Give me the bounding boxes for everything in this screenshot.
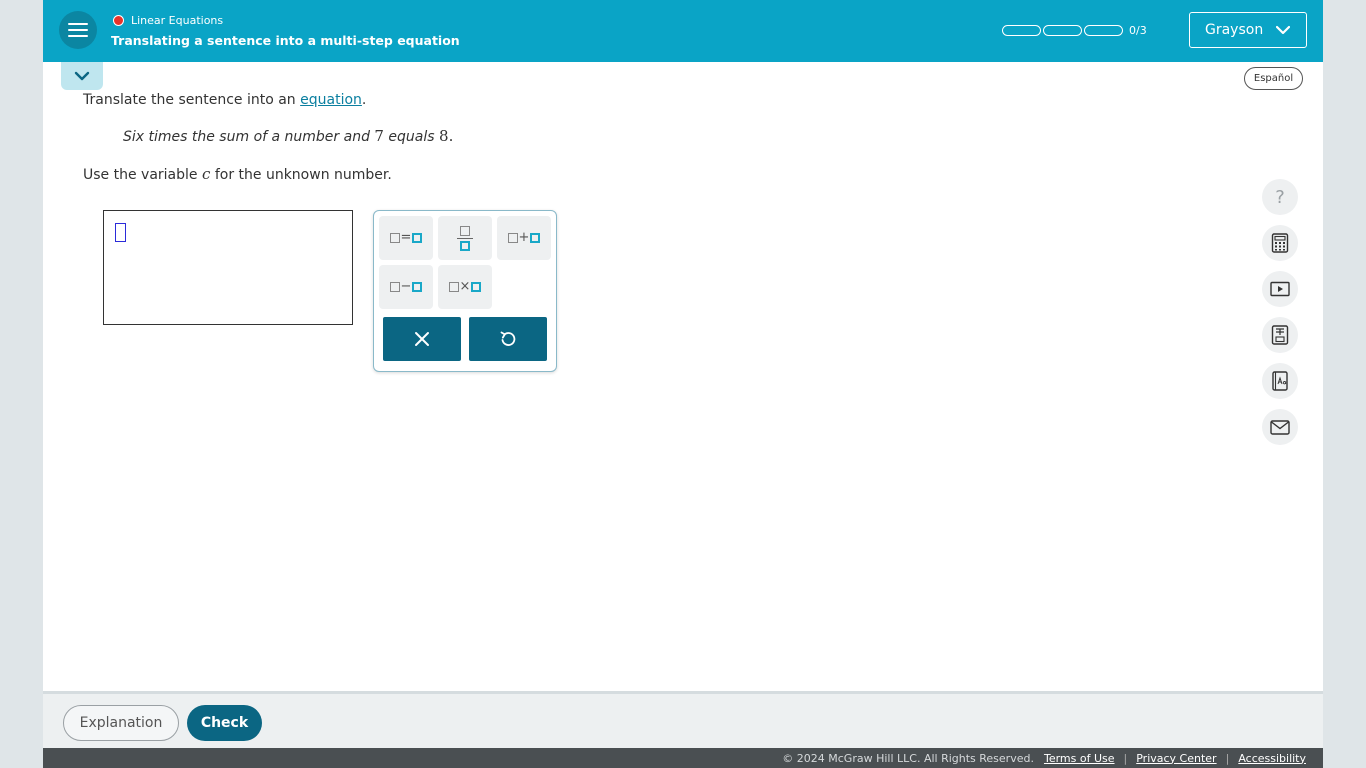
video-icon xyxy=(1270,281,1290,297)
placeholder-square-icon xyxy=(460,240,470,251)
app-frame: Linear Equations Translating a sentence … xyxy=(43,0,1323,768)
variable-text-1: Use the variable xyxy=(83,167,202,183)
input-cursor-placeholder xyxy=(115,223,126,242)
footer: © 2024 McGraw Hill LLC. All Rights Reser… xyxy=(43,748,1323,768)
message-button[interactable] xyxy=(1262,409,1298,445)
language-toggle-button[interactable]: Español xyxy=(1244,67,1303,90)
menu-button[interactable] xyxy=(59,11,97,49)
placeholder-square-icon xyxy=(412,282,423,292)
mail-icon xyxy=(1270,419,1290,435)
undo-icon xyxy=(500,331,516,346)
video-button[interactable] xyxy=(1262,271,1298,307)
placeholder-square-icon xyxy=(460,225,470,236)
progress-segment-3 xyxy=(1084,25,1123,36)
footer-separator: | xyxy=(1123,751,1128,765)
placeholder-square-icon xyxy=(412,233,423,243)
answer-input[interactable] xyxy=(103,210,353,325)
user-name: Grayson xyxy=(1205,22,1264,38)
copyright-text: © 2024 McGraw Hill LLC. All Rights Reser… xyxy=(782,751,1034,765)
problem-sentence: Six times the sum of a number and 7 equa… xyxy=(123,127,453,145)
equals-symbol: = xyxy=(400,230,412,245)
equation-glossary-link[interactable]: equation xyxy=(300,92,362,108)
collapse-header-button[interactable] xyxy=(61,62,103,90)
topic-name: Linear Equations xyxy=(131,14,224,27)
clear-button[interactable] xyxy=(383,317,461,361)
instruction-period: . xyxy=(361,92,367,108)
chevron-down-icon xyxy=(74,71,90,81)
instruction-text: Translate the sentence into an xyxy=(83,92,301,108)
topic-row: Linear Equations xyxy=(113,14,223,27)
footer-separator: | xyxy=(1225,751,1230,765)
explanation-button[interactable]: Explanation xyxy=(63,705,179,741)
placeholder-square-icon xyxy=(507,233,518,243)
minus-template-key[interactable]: − xyxy=(379,265,433,309)
calculator-button[interactable] xyxy=(1262,225,1298,261)
sentence-number-8: 8 xyxy=(439,127,449,145)
progress-segment-2 xyxy=(1043,25,1082,36)
fraction-icon xyxy=(457,225,473,251)
undo-button[interactable] xyxy=(469,317,547,361)
variable-instruction: Use the variable c for the unknown numbe… xyxy=(83,165,392,183)
dictionary-icon xyxy=(1272,371,1288,391)
header-bar: Linear Equations Translating a sentence … xyxy=(43,0,1323,62)
progress-count: 0/3 xyxy=(1129,24,1147,37)
placeholder-square-icon xyxy=(530,233,541,243)
plus-symbol: + xyxy=(518,230,530,245)
equals-template-key[interactable]: = xyxy=(379,216,433,260)
variable-text-2: for the unknown number. xyxy=(210,167,392,183)
plus-template-key[interactable]: + xyxy=(497,216,551,260)
times-symbol: × xyxy=(459,279,471,294)
placeholder-square-icon xyxy=(471,282,482,292)
sentence-number-7: 7 xyxy=(374,127,384,145)
sentence-period: . xyxy=(448,127,454,145)
accessibility-link[interactable]: Accessibility xyxy=(1238,752,1306,765)
privacy-center-link[interactable]: Privacy Center xyxy=(1136,752,1216,765)
help-button[interactable]: ? xyxy=(1262,179,1298,215)
topic-status-dot xyxy=(113,15,124,26)
hamburger-icon xyxy=(68,23,88,37)
help-icon: ? xyxy=(1275,186,1285,208)
math-keypad: = + − × xyxy=(373,210,557,372)
minus-symbol: − xyxy=(400,279,412,294)
lesson-title: Translating a sentence into a multi-step… xyxy=(111,33,460,48)
check-button[interactable]: Check xyxy=(187,705,262,741)
close-icon xyxy=(415,332,429,346)
fraction-template-key[interactable] xyxy=(438,216,492,260)
question-instruction: Translate the sentence into an equation. xyxy=(83,92,366,108)
sentence-text-1: Six times the sum of a number and xyxy=(123,129,375,145)
bottom-action-bar: Explanation Check xyxy=(43,691,1323,748)
placeholder-square-icon xyxy=(389,282,400,292)
fraction-bar xyxy=(457,237,473,239)
terms-of-use-link[interactable]: Terms of Use xyxy=(1044,752,1115,765)
placeholder-square-icon xyxy=(448,282,459,292)
dictionary-button[interactable] xyxy=(1262,363,1298,399)
progress-segment-1 xyxy=(1002,25,1041,36)
times-template-key[interactable]: × xyxy=(438,265,492,309)
user-menu-button[interactable]: Grayson xyxy=(1189,12,1307,48)
periodic-table-icon xyxy=(1271,325,1289,345)
progress-indicator: 0/3 xyxy=(1002,24,1147,37)
chevron-down-icon xyxy=(1276,25,1290,35)
sentence-text-2: equals xyxy=(383,129,440,145)
periodic-table-button[interactable] xyxy=(1262,317,1298,353)
calculator-icon xyxy=(1271,233,1289,253)
placeholder-square-icon xyxy=(389,233,400,243)
